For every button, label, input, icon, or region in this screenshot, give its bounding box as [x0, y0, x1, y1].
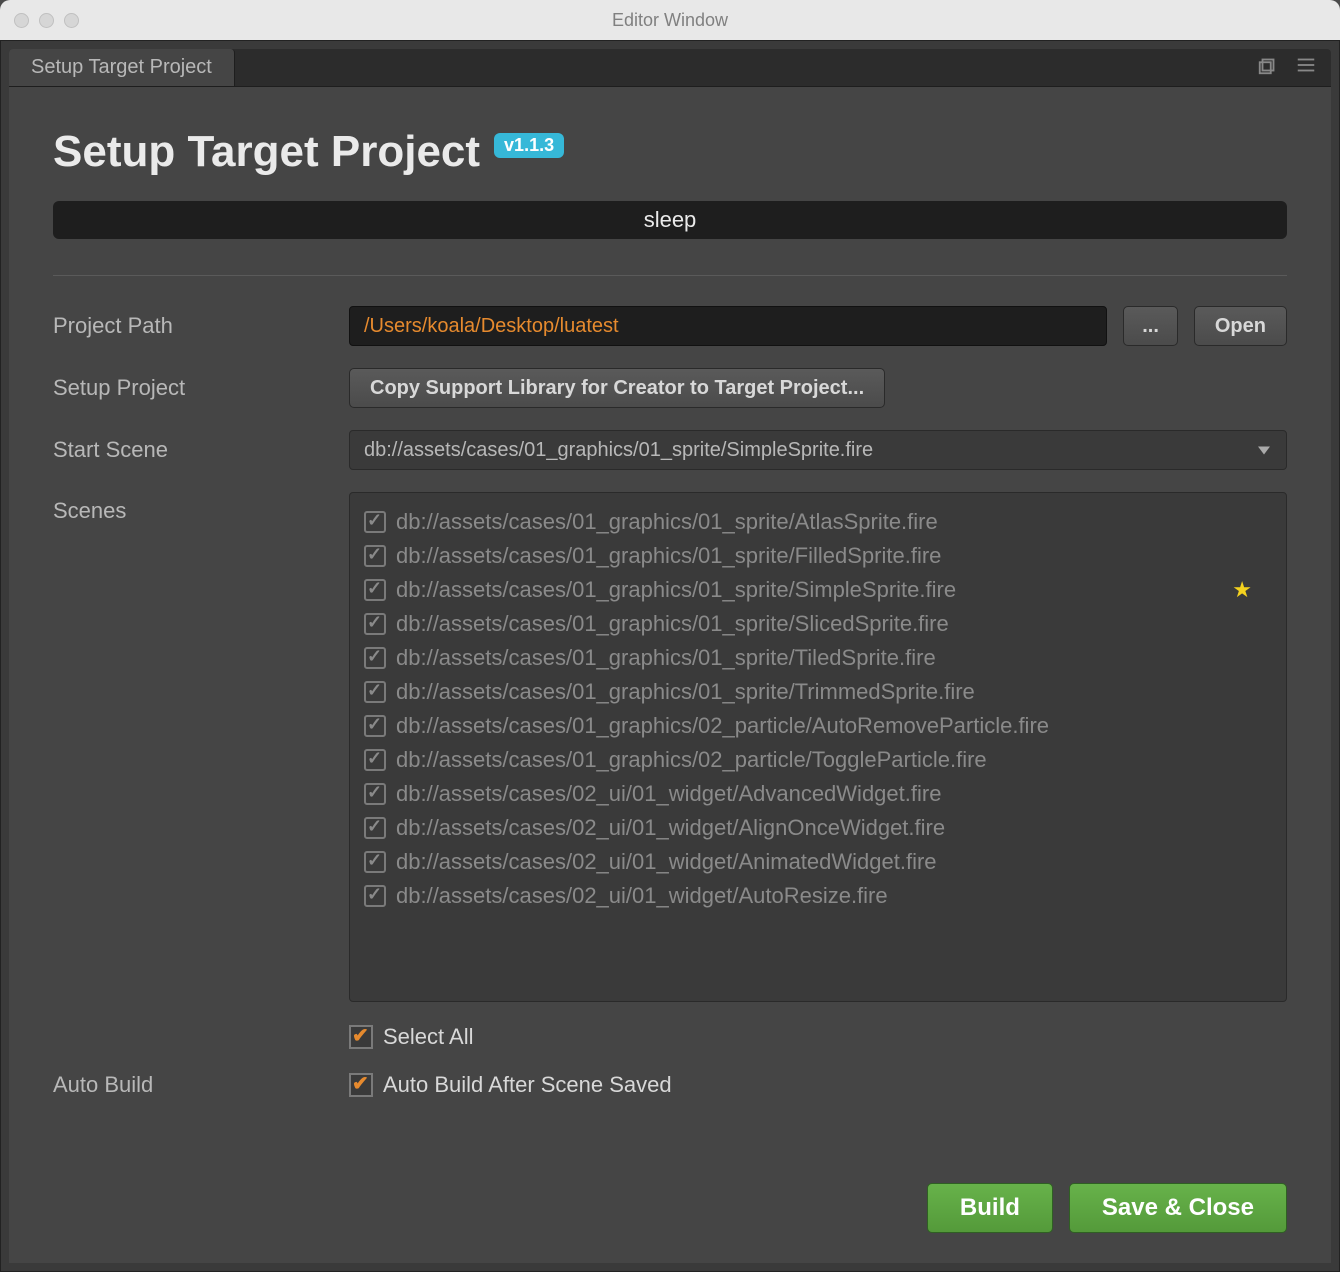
start-scene-select[interactable]: db://assets/cases/01_graphics/01_sprite/…	[349, 430, 1287, 470]
scene-item[interactable]: db://assets/cases/02_ui/01_widget/Advanc…	[360, 777, 1276, 811]
scene-path: db://assets/cases/02_ui/01_widget/Animat…	[396, 849, 937, 875]
popout-icon[interactable]	[1257, 54, 1279, 81]
scene-item[interactable]: db://assets/cases/01_graphics/01_sprite/…	[360, 641, 1276, 675]
project-path-input[interactable]	[349, 306, 1107, 346]
menu-icon[interactable]	[1295, 54, 1317, 81]
scene-checkbox[interactable]	[364, 817, 386, 839]
scene-checkbox[interactable]	[364, 647, 386, 669]
window-controls[interactable]	[14, 13, 79, 28]
scenes-list[interactable]: db://assets/cases/01_graphics/01_sprite/…	[349, 492, 1287, 1002]
chevron-down-icon	[1256, 439, 1272, 462]
save-close-button[interactable]: Save & Close	[1069, 1183, 1287, 1233]
scene-item[interactable]: db://assets/cases/01_graphics/02_particl…	[360, 709, 1276, 743]
window-title: Editor Window	[14, 10, 1326, 31]
scene-checkbox[interactable]	[364, 511, 386, 533]
scene-checkbox[interactable]	[364, 783, 386, 805]
select-all-label: Select All	[383, 1024, 474, 1050]
scene-path: db://assets/cases/01_graphics/01_sprite/…	[396, 645, 936, 671]
close-icon[interactable]	[14, 13, 29, 28]
open-button[interactable]: Open	[1194, 306, 1287, 346]
scene-item[interactable]: db://assets/cases/01_graphics/01_sprite/…	[360, 607, 1276, 641]
scene-item[interactable]: db://assets/cases/01_graphics/01_sprite/…	[360, 675, 1276, 709]
scene-checkbox[interactable]	[364, 545, 386, 567]
label-start-scene: Start Scene	[53, 437, 333, 463]
scene-path: db://assets/cases/01_graphics/01_sprite/…	[396, 509, 938, 535]
scene-path: db://assets/cases/01_graphics/01_sprite/…	[396, 611, 949, 637]
scene-checkbox[interactable]	[364, 885, 386, 907]
build-button[interactable]: Build	[927, 1183, 1053, 1233]
scene-checkbox[interactable]	[364, 681, 386, 703]
scene-checkbox[interactable]	[364, 749, 386, 771]
auto-build-label: Auto Build After Scene Saved	[383, 1072, 672, 1098]
star-icon: ★	[1232, 577, 1252, 603]
scene-path: db://assets/cases/01_graphics/01_sprite/…	[396, 679, 975, 705]
scene-checkbox[interactable]	[364, 579, 386, 601]
page-title: Setup Target Project	[53, 127, 480, 177]
scene-item[interactable]: db://assets/cases/01_graphics/01_sprite/…	[360, 505, 1276, 539]
scene-item[interactable]: db://assets/cases/02_ui/01_widget/AlignO…	[360, 811, 1276, 845]
version-badge: v1.1.3	[494, 133, 564, 158]
scene-checkbox[interactable]	[364, 851, 386, 873]
tab-label: Setup Target Project	[31, 56, 212, 79]
scene-path: db://assets/cases/01_graphics/01_sprite/…	[396, 577, 956, 603]
copy-support-button[interactable]: Copy Support Library for Creator to Targ…	[349, 368, 885, 408]
label-auto-build: Auto Build	[53, 1072, 333, 1098]
maximize-icon[interactable]	[64, 13, 79, 28]
minimize-icon[interactable]	[39, 13, 54, 28]
tab-setup-target-project[interactable]: Setup Target Project	[9, 49, 235, 86]
start-scene-value: db://assets/cases/01_graphics/01_sprite/…	[364, 439, 873, 462]
label-project-path: Project Path	[53, 313, 333, 339]
label-scenes: Scenes	[53, 492, 333, 524]
titlebar: Editor Window	[0, 0, 1340, 40]
scene-item[interactable]: db://assets/cases/01_graphics/01_sprite/…	[360, 573, 1276, 607]
scene-path: db://assets/cases/01_graphics/01_sprite/…	[396, 543, 941, 569]
select-all-checkbox[interactable]	[349, 1025, 373, 1049]
scene-path: db://assets/cases/02_ui/01_widget/AutoRe…	[396, 883, 888, 909]
scene-checkbox[interactable]	[364, 715, 386, 737]
scene-item[interactable]: db://assets/cases/01_graphics/01_sprite/…	[360, 539, 1276, 573]
status-bar: sleep	[53, 201, 1287, 239]
label-setup-project: Setup Project	[53, 375, 333, 401]
scene-item[interactable]: db://assets/cases/02_ui/01_widget/AutoRe…	[360, 879, 1276, 913]
scene-path: db://assets/cases/02_ui/01_widget/AlignO…	[396, 815, 945, 841]
divider	[53, 275, 1287, 276]
scene-item[interactable]: db://assets/cases/01_graphics/02_particl…	[360, 743, 1276, 777]
auto-build-checkbox[interactable]	[349, 1073, 373, 1097]
scene-path: db://assets/cases/01_graphics/02_particl…	[396, 713, 1049, 739]
scene-item[interactable]: db://assets/cases/02_ui/01_widget/Animat…	[360, 845, 1276, 879]
scene-checkbox[interactable]	[364, 613, 386, 635]
scene-path: db://assets/cases/01_graphics/02_particl…	[396, 747, 987, 773]
tab-bar: Setup Target Project	[9, 49, 1331, 87]
scene-path: db://assets/cases/02_ui/01_widget/Advanc…	[396, 781, 941, 807]
browse-button[interactable]: ...	[1123, 306, 1178, 346]
